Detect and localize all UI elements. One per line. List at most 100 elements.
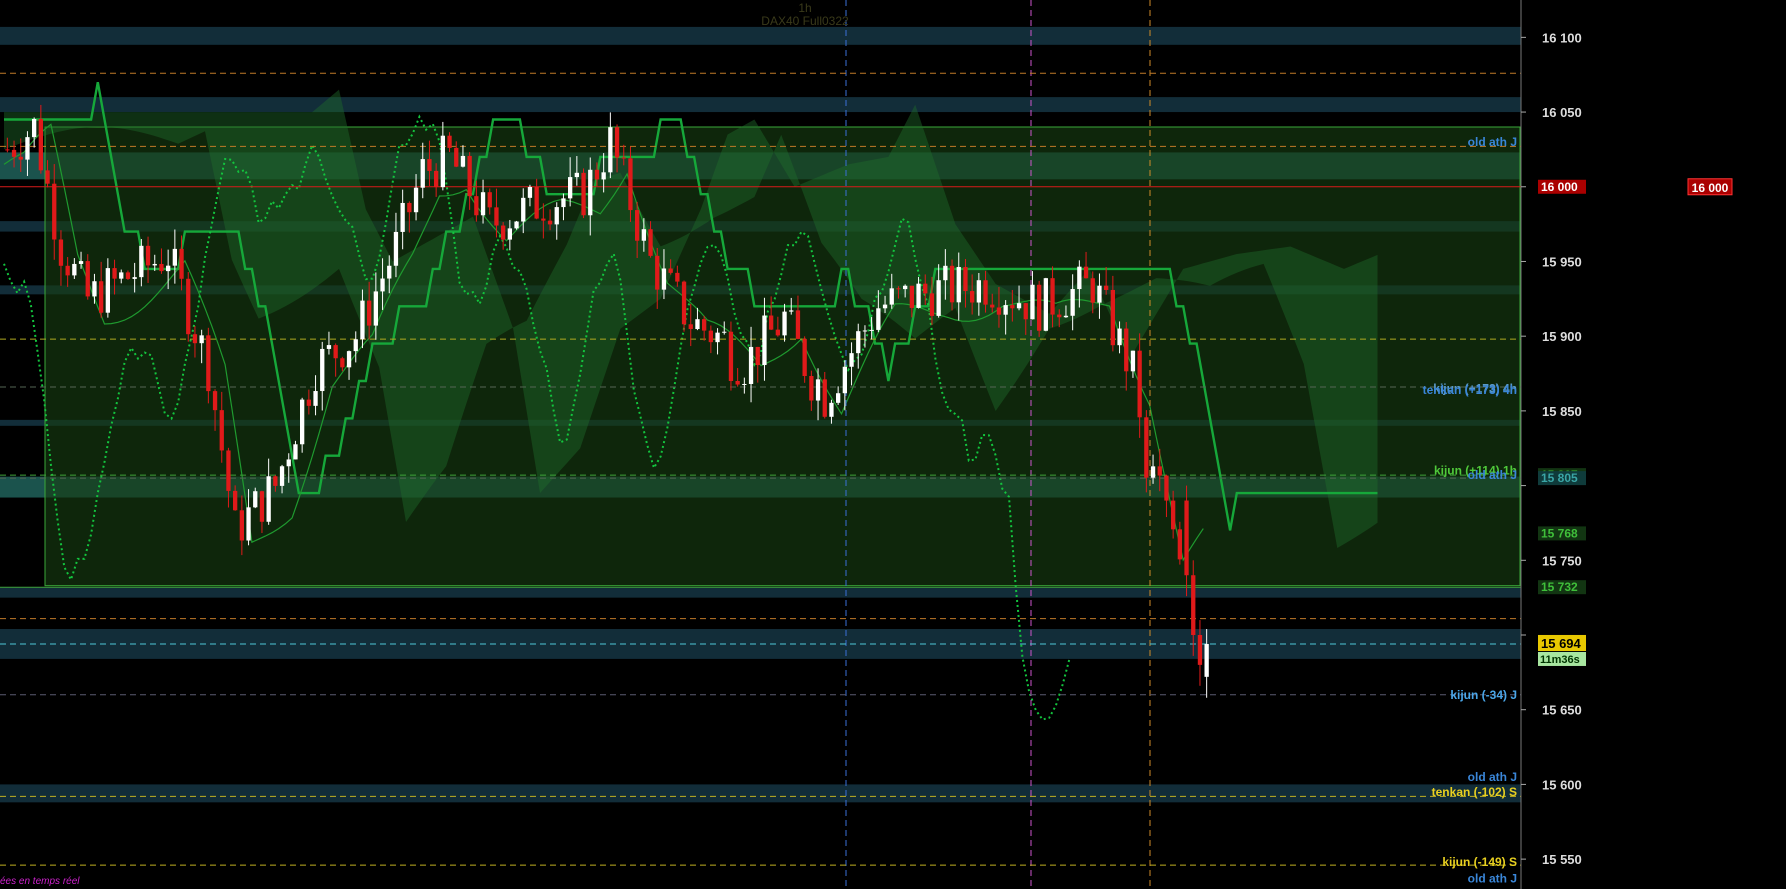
candle bbox=[72, 263, 77, 276]
candle bbox=[393, 231, 399, 266]
candle bbox=[903, 285, 908, 290]
candle bbox=[300, 399, 305, 445]
candle bbox=[554, 207, 559, 225]
candle bbox=[219, 410, 224, 451]
candle bbox=[45, 170, 50, 184]
candle bbox=[963, 266, 968, 292]
level-annotation: kijun (-34) J bbox=[1450, 688, 1517, 702]
candle bbox=[494, 207, 499, 226]
candle bbox=[1117, 328, 1122, 346]
candle bbox=[829, 402, 834, 417]
candle bbox=[1050, 278, 1055, 315]
candle bbox=[1070, 289, 1075, 316]
support-zone bbox=[0, 587, 1525, 598]
candle bbox=[1043, 278, 1048, 331]
candle bbox=[1016, 303, 1022, 309]
level-annotation: old ath J bbox=[1468, 135, 1517, 149]
level-badge-label: 16 000 bbox=[1541, 180, 1578, 194]
candle bbox=[400, 202, 405, 232]
candle bbox=[1164, 475, 1169, 501]
candle bbox=[996, 307, 1002, 315]
candle bbox=[862, 330, 868, 332]
candle bbox=[856, 331, 861, 354]
candle bbox=[340, 358, 345, 368]
candle bbox=[286, 459, 291, 467]
candle bbox=[1197, 635, 1203, 665]
y-tick-label: 15 950 bbox=[1542, 254, 1582, 269]
candle bbox=[849, 353, 854, 367]
level-badge-label: 15 805 bbox=[1541, 471, 1578, 485]
candle bbox=[1191, 575, 1196, 635]
candle bbox=[775, 329, 780, 336]
candle bbox=[186, 278, 191, 335]
candle bbox=[25, 137, 30, 160]
candle bbox=[661, 268, 667, 290]
candle bbox=[789, 310, 794, 312]
candle bbox=[413, 187, 419, 213]
candle bbox=[92, 281, 97, 297]
y-tick-label: 16 100 bbox=[1542, 30, 1582, 45]
candle bbox=[782, 311, 787, 336]
candle bbox=[85, 261, 90, 297]
candle bbox=[125, 272, 131, 279]
candle bbox=[420, 159, 425, 188]
candle bbox=[655, 255, 660, 290]
candle bbox=[896, 288, 901, 290]
candle bbox=[514, 221, 519, 229]
candle bbox=[1037, 284, 1042, 331]
candle bbox=[976, 280, 981, 303]
candle bbox=[541, 218, 546, 221]
candle bbox=[105, 268, 110, 313]
candle bbox=[735, 380, 740, 385]
candle bbox=[1171, 500, 1176, 530]
level-annotation: old ath J bbox=[1468, 770, 1517, 784]
candle bbox=[588, 169, 593, 216]
candle bbox=[815, 379, 821, 401]
candle bbox=[427, 159, 432, 171]
candle bbox=[836, 393, 841, 403]
price-chart[interactable]: old ath Jkijun (+173) 4htenkan (+173) 4h… bbox=[0, 0, 1786, 889]
candle bbox=[1010, 305, 1015, 309]
candle bbox=[206, 335, 211, 392]
candle bbox=[762, 315, 767, 366]
candle bbox=[373, 291, 378, 326]
candle bbox=[728, 331, 734, 381]
candle bbox=[119, 272, 124, 279]
candle bbox=[474, 196, 479, 216]
candle bbox=[742, 383, 747, 385]
candle bbox=[32, 119, 37, 138]
level-badge-label: 15 732 bbox=[1541, 580, 1578, 594]
candle bbox=[273, 476, 278, 486]
candle bbox=[688, 324, 693, 330]
candle bbox=[675, 272, 680, 282]
candle bbox=[367, 300, 372, 326]
candle bbox=[521, 197, 526, 222]
candle bbox=[970, 291, 975, 303]
candle bbox=[507, 228, 512, 240]
candle bbox=[909, 285, 914, 308]
candle bbox=[159, 263, 164, 272]
candle bbox=[1030, 284, 1035, 320]
candle bbox=[949, 265, 955, 303]
candle bbox=[1104, 285, 1109, 290]
candle bbox=[923, 283, 928, 294]
candle bbox=[192, 334, 198, 344]
level-annotation: kijun (-149) S bbox=[1442, 855, 1517, 869]
candle bbox=[943, 265, 948, 281]
candle bbox=[668, 268, 673, 273]
candle bbox=[320, 348, 325, 392]
chart-title-block: 1h DAX40 Full0322 bbox=[700, 2, 910, 28]
y-tick-label: 15 600 bbox=[1542, 777, 1582, 792]
candle bbox=[447, 135, 452, 148]
candle bbox=[1184, 500, 1189, 576]
candle bbox=[78, 261, 84, 264]
candle bbox=[601, 172, 606, 180]
chart-symbol: DAX40 Full0322 bbox=[761, 14, 849, 28]
candle bbox=[614, 127, 620, 158]
candle bbox=[18, 156, 23, 160]
last-price-label: 15 694 bbox=[1541, 636, 1582, 651]
support-zone bbox=[0, 26, 1525, 45]
candle bbox=[152, 263, 157, 266]
candle bbox=[259, 491, 265, 522]
realtime-note: ées en temps réel bbox=[0, 876, 80, 887]
